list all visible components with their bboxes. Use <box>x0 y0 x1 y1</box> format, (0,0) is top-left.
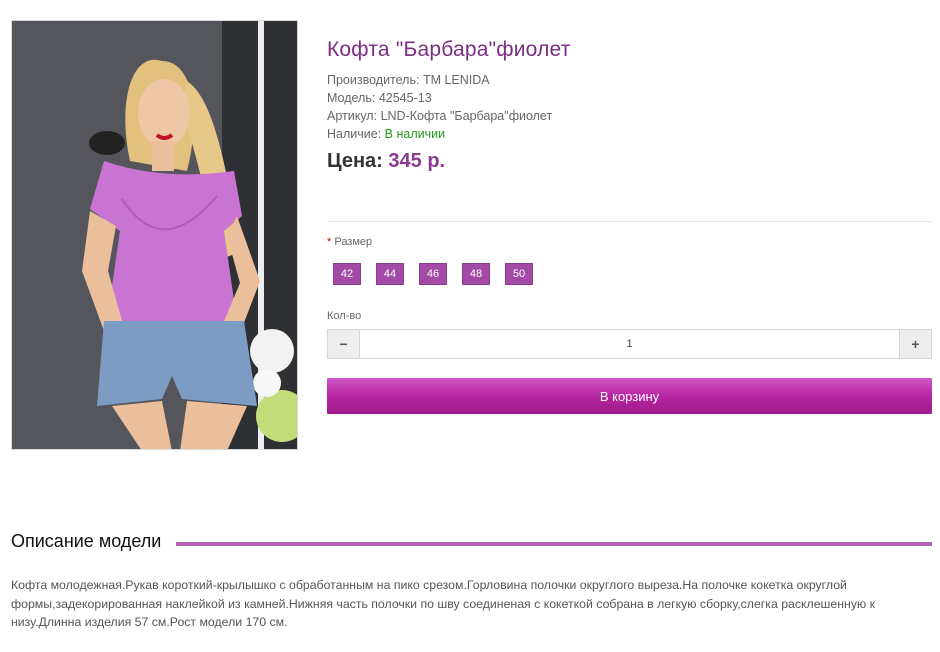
size-option-50[interactable]: 50 <box>505 263 533 285</box>
size-option-44[interactable]: 44 <box>376 263 404 285</box>
stock-row: Наличие: В наличии <box>327 125 552 143</box>
size-option-46[interactable]: 46 <box>419 263 447 285</box>
manufacturer-row: Производитель: TM LENIDA <box>327 71 552 89</box>
model-label: Модель: <box>327 91 376 105</box>
model-value: 42545-13 <box>378 91 432 105</box>
price-value: 345 р. <box>388 150 446 172</box>
quantity-label: Кол-во <box>327 310 362 322</box>
sku-value: LND-Кофта "Барбара"фиолет <box>380 109 553 123</box>
size-label-text: Размер <box>334 236 373 248</box>
stock-status: В наличии <box>384 127 446 141</box>
required-mark: * <box>327 236 332 248</box>
size-option-label: * Размер <box>327 236 372 248</box>
size-option-42[interactable]: 42 <box>333 263 361 285</box>
description-heading-line <box>176 542 932 546</box>
description-text: Кофта молодежная.Рукав короткий-крылышко… <box>11 578 876 629</box>
quantity-decrease-button[interactable]: − <box>328 330 360 358</box>
manufacturer-value[interactable]: TM LENIDA <box>423 73 490 87</box>
divider <box>327 221 932 222</box>
size-options: 42 44 46 48 50 <box>333 263 533 285</box>
quantity-input[interactable] <box>360 330 899 358</box>
plus-icon: + <box>911 336 920 352</box>
price-label: Цена: <box>327 150 383 172</box>
sku-row: Артикул: LND-Кофта "Барбара"фиолет <box>327 107 552 125</box>
quantity-increase-button[interactable]: + <box>899 330 931 358</box>
model-row: Модель: 42545-13 <box>327 89 552 107</box>
sku-label: Артикул: <box>327 109 378 123</box>
description-heading: Описание модели <box>11 531 162 551</box>
product-title: Кофта "Барбара"фиолет <box>327 38 571 61</box>
stock-label: Наличие: <box>327 127 382 141</box>
price: Цена: 345 р. <box>327 150 445 173</box>
manufacturer-label: Производитель: <box>327 73 420 87</box>
add-to-cart-button[interactable]: В корзину <box>327 378 932 414</box>
product-image[interactable] <box>11 20 298 450</box>
size-option-48[interactable]: 48 <box>462 263 490 285</box>
minus-icon: − <box>339 336 348 352</box>
product-meta: Производитель: TM LENIDA Модель: 42545-1… <box>327 71 552 143</box>
quantity-stepper: − + <box>327 329 932 359</box>
